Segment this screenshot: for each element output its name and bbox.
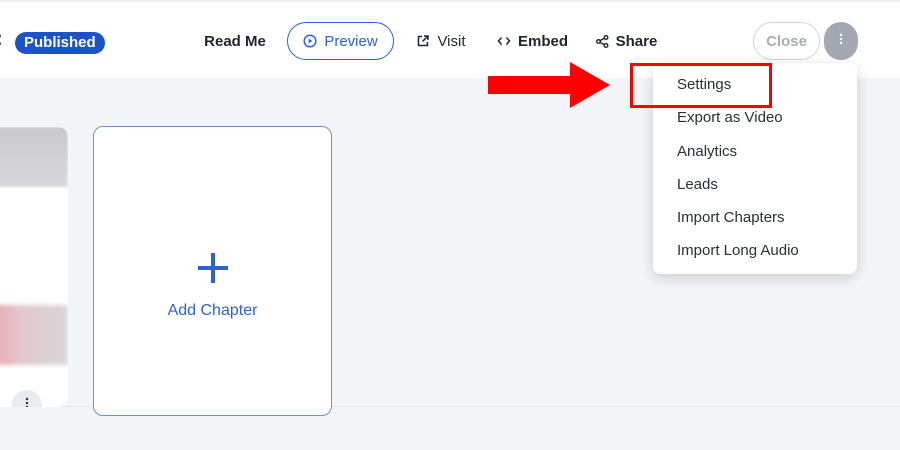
chapter-more-button[interactable] xyxy=(12,390,42,407)
preview-label: Preview xyxy=(324,32,378,50)
read-me-label: Read Me xyxy=(204,32,266,50)
menu-item-import-chapters[interactable]: Import Chapters xyxy=(677,209,785,226)
vertical-dots-icon xyxy=(25,396,29,407)
add-chapter-card[interactable]: Add Chapter xyxy=(93,126,332,416)
close-button[interactable]: Close xyxy=(753,22,820,60)
title-fragment: : xyxy=(0,28,3,51)
code-icon xyxy=(497,35,511,47)
add-chapter-label: Add Chapter xyxy=(167,301,258,319)
embed-button[interactable]: Embed xyxy=(487,22,578,60)
chapter-thumbnail-secondary xyxy=(0,305,68,365)
status-badge: Published xyxy=(15,32,105,54)
menu-item-leads[interactable]: Leads xyxy=(677,176,718,193)
preview-button[interactable]: Preview xyxy=(287,22,394,60)
share-icon xyxy=(595,34,609,48)
chapter-thumbnail xyxy=(0,127,68,187)
play-circle-icon xyxy=(303,34,317,48)
visit-button[interactable]: Visit xyxy=(401,22,481,60)
read-me-button[interactable]: Read Me xyxy=(191,22,279,60)
menu-item-analytics[interactable]: Analytics xyxy=(677,143,737,160)
embed-label: Embed xyxy=(517,32,568,50)
more-options-button[interactable] xyxy=(824,22,858,60)
menu-item-export-video[interactable]: Export as Video xyxy=(677,109,783,126)
chapter-card[interactable]: : xyxy=(0,127,68,407)
visit-label: Visit xyxy=(437,32,466,50)
close-label: Close xyxy=(766,32,807,50)
plus-icon xyxy=(196,251,230,290)
red-arrow-annotation xyxy=(488,62,610,113)
vertical-dots-icon xyxy=(839,32,843,50)
share-button[interactable]: Share xyxy=(585,22,668,60)
settings-highlight-box xyxy=(630,63,772,108)
menu-item-import-long-audio[interactable]: Import Long Audio xyxy=(677,242,799,259)
external-link-icon xyxy=(416,34,430,48)
share-label: Share xyxy=(615,32,658,50)
